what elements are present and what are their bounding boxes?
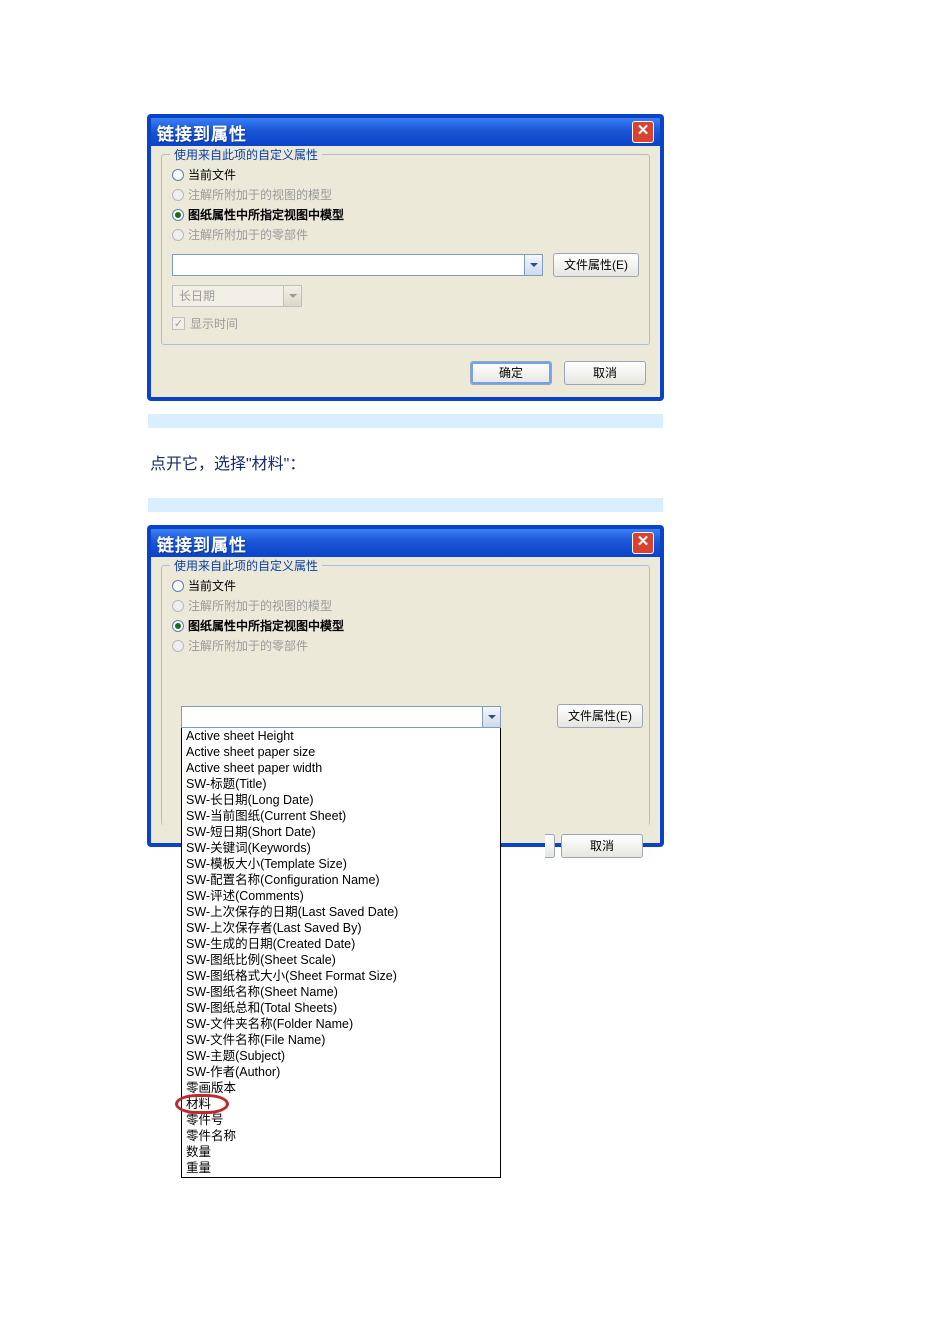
dropdown-option[interactable]: SW-评述(Comments) — [182, 888, 500, 904]
radio-icon — [172, 169, 184, 181]
chevron-down-icon[interactable] — [482, 707, 500, 727]
radio-annotation-view-model: 注解所附加于的视图的模型 — [172, 597, 639, 614]
dropdown-option[interactable]: SW-文件夹名称(Folder Name) — [182, 1016, 500, 1032]
property-input[interactable] — [182, 707, 482, 727]
cancel-button-partial[interactable]: 取消 — [545, 834, 643, 858]
dropdown-option[interactable]: SW-图纸总和(Total Sheets) — [182, 1000, 500, 1016]
dialog-link-to-property-1: 链接到属性 ✕ 使用来自此项的自定义属性 当前文件 注解所附加于的视图的模型 — [148, 115, 663, 400]
dropdown-option[interactable]: Active sheet Height — [182, 728, 500, 744]
close-icon[interactable]: ✕ — [632, 121, 654, 143]
dropdown-option[interactable]: SW-生成的日期(Created Date) — [182, 936, 500, 952]
dropdown-option[interactable]: SW-短日期(Short Date) — [182, 824, 500, 840]
dropdown-option[interactable]: SW-上次保存的日期(Last Saved Date) — [182, 904, 500, 920]
source-group: 使用来自此项的自定义属性 当前文件 注解所附加于的视图的模型 图纸属性中所指定视… — [161, 154, 650, 345]
radio-label: 图纸属性中所指定视图中模型 — [188, 617, 344, 634]
radio-icon — [172, 600, 184, 612]
cancel-button[interactable]: 取消 — [561, 834, 643, 858]
radio-annotation-component: 注解所附加于的零部件 — [172, 226, 639, 243]
dropdown-option[interactable]: SW-图纸比例(Sheet Scale) — [182, 952, 500, 968]
checkbox-label: 显示时间 — [190, 315, 238, 332]
dialog-title: 链接到属性 — [157, 120, 632, 145]
radio-label: 当前文件 — [188, 577, 236, 594]
dropdown-option[interactable]: SW-当前图纸(Current Sheet) — [182, 808, 500, 824]
close-icon[interactable]: ✕ — [632, 532, 654, 554]
property-input[interactable] — [173, 255, 524, 275]
radio-icon — [172, 189, 184, 201]
radio-icon — [172, 620, 184, 632]
show-time-checkbox: ✓ 显示时间 — [172, 315, 639, 332]
dropdown-option[interactable]: SW-标题(Title) — [182, 776, 500, 792]
radio-annotation-view-model: 注解所附加于的视图的模型 — [172, 186, 639, 203]
dropdown-option[interactable]: 零件号 — [182, 1112, 500, 1128]
divider-band — [148, 414, 663, 428]
titlebar[interactable]: 链接到属性 ✕ — [151, 118, 660, 146]
dropdown-option[interactable]: 零画版本 — [182, 1080, 500, 1096]
radio-sheet-specified-model[interactable]: 图纸属性中所指定视图中模型 — [172, 206, 639, 223]
radio-label: 注解所附加于的零部件 — [188, 637, 308, 654]
group-legend: 使用来自此项的自定义属性 — [170, 557, 322, 574]
property-dropdown-list[interactable]: Active sheet HeightActive sheet paper si… — [181, 727, 501, 1178]
dropdown-option[interactable]: Active sheet paper width — [182, 760, 500, 776]
radio-icon — [172, 229, 184, 241]
chevron-down-icon — [283, 286, 301, 306]
dropdown-option[interactable]: 重量 — [182, 1160, 500, 1176]
dropdown-option[interactable]: 零件名称 — [182, 1128, 500, 1144]
radio-label: 注解所附加于的零部件 — [188, 226, 308, 243]
date-format-combo: 长日期 — [172, 285, 302, 307]
dropdown-option[interactable]: 数量 — [182, 1144, 500, 1160]
dropdown-option[interactable]: SW-模板大小(Template Size) — [182, 856, 500, 872]
dropdown-option[interactable]: SW-作者(Author) — [182, 1064, 500, 1080]
file-properties-button[interactable]: 文件属性(E) — [557, 704, 643, 728]
group-legend: 使用来自此项的自定义属性 — [170, 146, 322, 163]
property-combo-open[interactable]: Active sheet HeightActive sheet paper si… — [181, 706, 501, 1178]
dropdown-option[interactable]: SW-主题(Subject) — [182, 1048, 500, 1064]
radio-label: 注解所附加于的视图的模型 — [188, 597, 332, 614]
ok-button[interactable]: 确定 — [470, 361, 552, 385]
cancel-button[interactable]: 取消 — [564, 361, 646, 385]
chevron-down-icon[interactable] — [524, 255, 542, 275]
radio-label: 图纸属性中所指定视图中模型 — [188, 206, 344, 223]
radio-current-file[interactable]: 当前文件 — [172, 577, 639, 594]
dropdown-option[interactable]: SW-图纸名称(Sheet Name) — [182, 984, 500, 1000]
date-format-label: 长日期 — [173, 286, 283, 306]
radio-label: 注解所附加于的视图的模型 — [188, 186, 332, 203]
dropdown-option[interactable]: SW-文件名称(File Name) — [182, 1032, 500, 1048]
dropdown-option[interactable]: SW-上次保存者(Last Saved By) — [182, 920, 500, 936]
dropdown-option[interactable]: SW-长日期(Long Date) — [182, 792, 500, 808]
titlebar[interactable]: 链接到属性 ✕ — [151, 529, 660, 557]
file-properties-button[interactable]: 文件属性(E) — [553, 253, 639, 277]
button-fragment — [545, 834, 555, 858]
instruction-text: 点开它，选择"材料"： — [148, 442, 663, 484]
dropdown-option[interactable]: Active sheet paper size — [182, 744, 500, 760]
checkbox-icon: ✓ — [172, 317, 185, 330]
radio-icon — [172, 640, 184, 652]
dropdown-option[interactable]: 材料 — [182, 1096, 500, 1112]
divider-band — [148, 498, 663, 512]
radio-icon — [172, 580, 184, 592]
dialog-title: 链接到属性 — [157, 531, 632, 556]
radio-sheet-specified-model[interactable]: 图纸属性中所指定视图中模型 — [172, 617, 639, 634]
dropdown-option[interactable]: SW-图纸格式大小(Sheet Format Size) — [182, 968, 500, 984]
radio-annotation-component: 注解所附加于的零部件 — [172, 637, 639, 654]
dropdown-option[interactable]: SW-配置名称(Configuration Name) — [182, 872, 500, 888]
property-combo[interactable] — [172, 254, 543, 276]
radio-label: 当前文件 — [188, 166, 236, 183]
radio-icon — [172, 209, 184, 221]
dropdown-option[interactable]: SW-关键词(Keywords) — [182, 840, 500, 856]
radio-current-file[interactable]: 当前文件 — [172, 166, 639, 183]
